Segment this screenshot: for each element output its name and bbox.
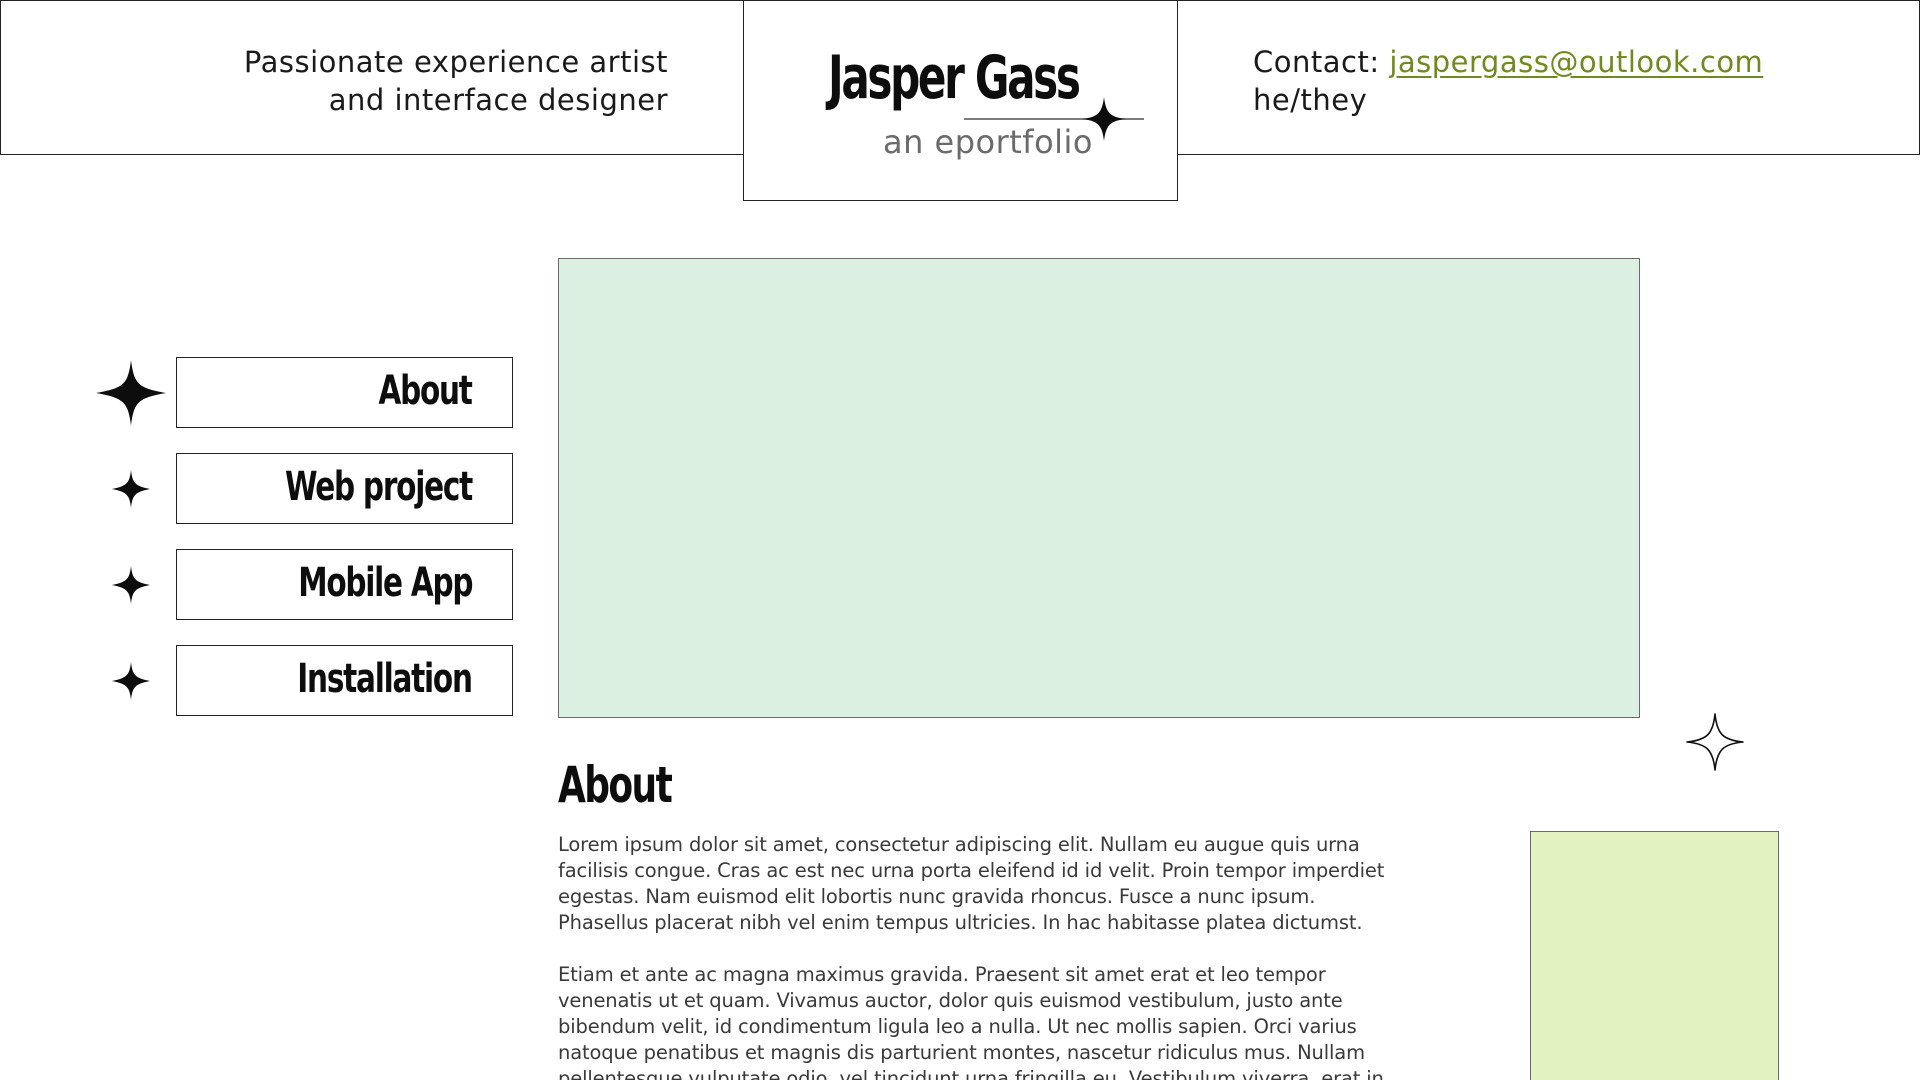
- nav-button-web-project[interactable]: Web project: [176, 453, 513, 524]
- tagline: Passionate experience artist and interfa…: [244, 43, 668, 119]
- sparkle-icon-nav-installation: [112, 662, 150, 700]
- pronouns: he/they: [1253, 83, 1368, 117]
- about-paragraph-2: Etiam et ante ac magna maximus gravida. …: [558, 963, 1384, 1080]
- nav-button-label: Web project: [285, 464, 473, 510]
- nav-button-installation[interactable]: Installation: [176, 645, 513, 716]
- section-title: About: [558, 756, 673, 814]
- hero-image-placeholder: [558, 258, 1640, 718]
- brand-subtitle: an eportfolio: [882, 123, 1093, 161]
- brand-panel: Jasper Gass an eportfolio: [743, 0, 1178, 201]
- contact-block: Contact: jaspergass@outlook.com he/they: [1253, 43, 1763, 119]
- about-body: Lorem ipsum dolor sit amet, consectetur …: [558, 832, 1398, 1080]
- side-image-placeholder: [1530, 831, 1779, 1080]
- header-right-panel: Contact: jaspergass@outlook.com he/they: [1176, 0, 1920, 155]
- sparkle-icon-nav-about: [96, 360, 166, 426]
- nav-button-label: Mobile App: [297, 560, 473, 606]
- header-left-panel: Passionate experience artist and interfa…: [0, 0, 745, 155]
- sparkle-icon-nav-web: [112, 470, 150, 508]
- sparkle-icon-nav-mobile: [112, 566, 150, 604]
- tagline-line-2: and interface designer: [328, 83, 668, 117]
- contact-email-link[interactable]: jaspergass@outlook.com: [1389, 45, 1763, 79]
- contact-label: Contact:: [1253, 45, 1380, 79]
- nav-button-mobile-app[interactable]: Mobile App: [176, 549, 513, 620]
- nav-button-label: Installation: [297, 656, 474, 702]
- contact-row: Contact: jaspergass@outlook.com: [1253, 43, 1763, 81]
- sparkle-outline-icon: [1686, 713, 1744, 771]
- nav-button-label: About: [378, 368, 473, 414]
- about-paragraph-1: Lorem ipsum dolor sit amet, consectetur …: [558, 833, 1385, 934]
- nav-rail: [96, 268, 166, 813]
- nav-button-about[interactable]: About: [176, 357, 513, 428]
- tagline-line-1: Passionate experience artist: [243, 45, 668, 79]
